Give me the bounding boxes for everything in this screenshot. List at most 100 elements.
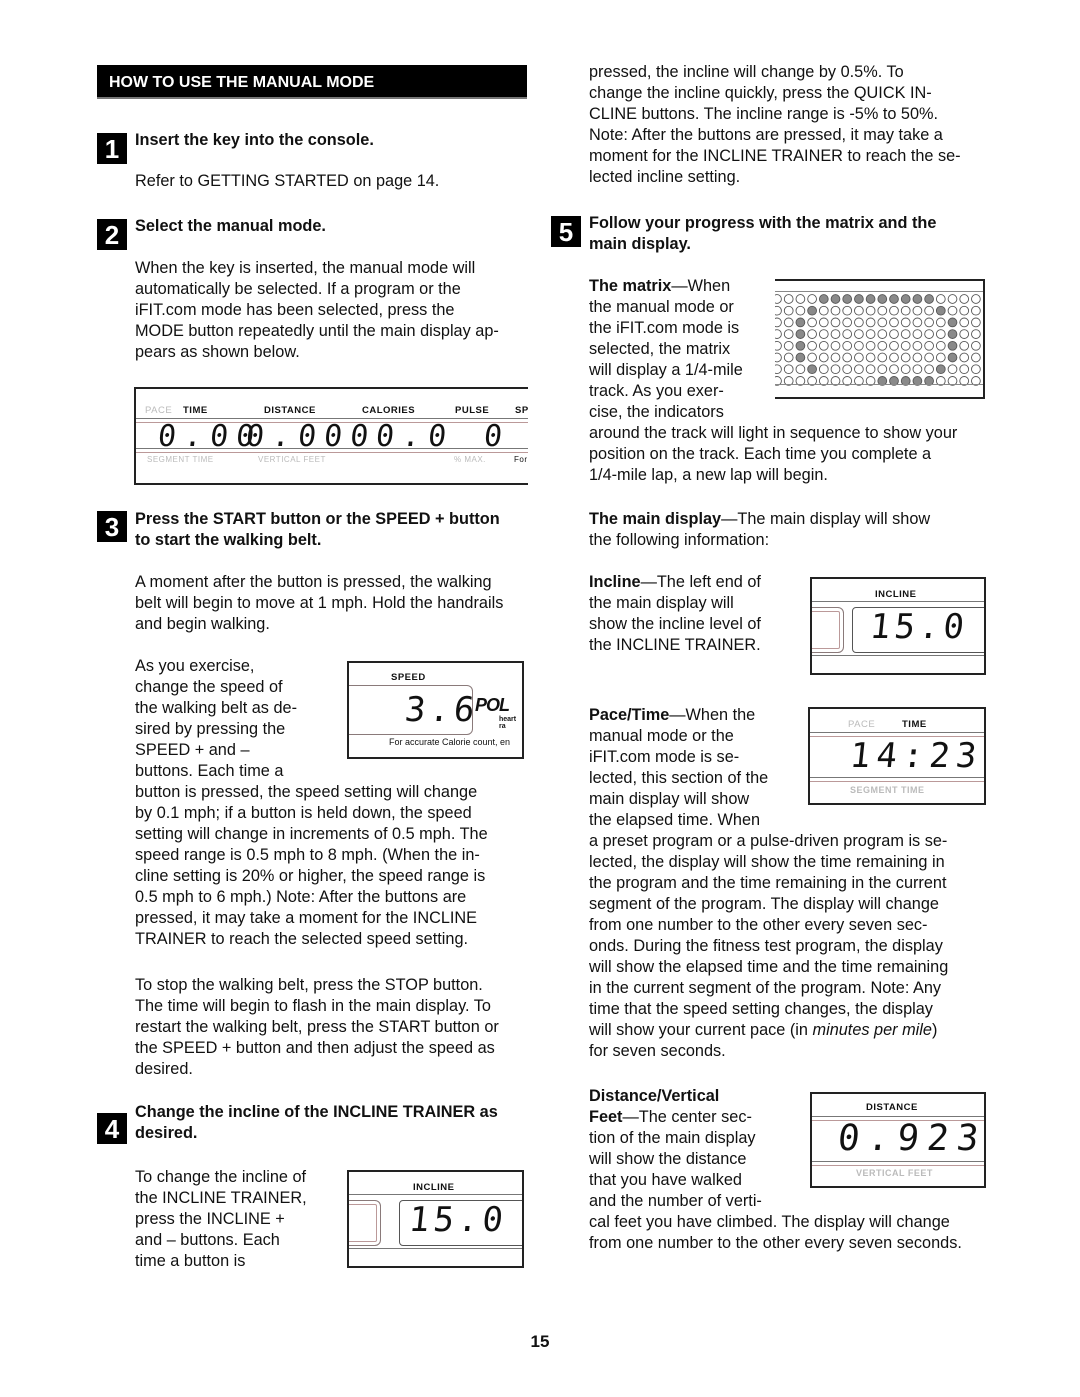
matrix-dot — [959, 294, 970, 304]
matrix-dot — [889, 352, 899, 363]
step-2-body: When the key is inserted, the manual mod… — [135, 259, 499, 361]
matrix-dot — [854, 364, 864, 375]
matrix-dot — [854, 329, 864, 339]
step-2-title: Select the manual mode. — [135, 217, 326, 235]
divider — [812, 1161, 984, 1166]
step-4-title: Change the incline of the INCLINE TRAINE… — [135, 1103, 498, 1142]
matrix-dot — [842, 329, 853, 339]
divider — [775, 291, 983, 292]
divider — [812, 601, 984, 602]
step-number-4: 4 — [97, 1113, 127, 1144]
matrix-dot — [924, 340, 934, 351]
matrix-dot — [947, 294, 958, 304]
step-number-5: 5 — [551, 216, 581, 247]
matrix-dot — [912, 364, 923, 375]
matrix-dot — [818, 340, 829, 351]
matrix-dot — [854, 305, 864, 316]
matrix-dot — [889, 364, 899, 375]
incline-side-button — [349, 1200, 381, 1246]
incline-term: Incline — [589, 573, 641, 591]
matrix-dot — [830, 340, 841, 351]
matrix-dot — [818, 352, 829, 363]
incline-continued-text: pressed, the incline will change by 0.5%… — [589, 63, 961, 186]
matrix-dot-lit — [795, 329, 806, 339]
matrix-dot — [842, 364, 853, 375]
pace-time-term: Pace/Time — [589, 706, 670, 724]
matrix-dot — [775, 364, 782, 375]
matrix-dot — [889, 305, 899, 316]
label-percent-max: % MAX. — [454, 455, 486, 464]
label-segment-time: SEGMENT TIME — [850, 785, 925, 795]
matrix-illustration — [775, 279, 985, 399]
label-pulse: PULSE — [455, 405, 490, 416]
matrix-dot — [924, 329, 934, 339]
matrix-dot — [971, 305, 981, 316]
step-3-body-2: button is pressed, the speed setting wil… — [135, 783, 488, 948]
label-pace: PACE — [848, 719, 876, 730]
matrix-dot — [947, 305, 958, 316]
matrix-dot — [877, 317, 888, 328]
incline-value: 15.0 — [406, 1200, 509, 1240]
divider — [812, 655, 984, 656]
calorie-note: For accurate Calorie count, en — [389, 737, 511, 747]
step-3-body-1: A moment after the button is pressed, th… — [135, 573, 504, 633]
matrix-dot-lit — [795, 317, 806, 328]
label-time: TIME — [902, 719, 927, 730]
label-distance: DISTANCE — [264, 405, 316, 416]
matrix-dot — [818, 329, 829, 339]
matrix-dot — [783, 305, 794, 316]
matrix-dot — [889, 317, 899, 328]
label-speed-partial: SP — [515, 405, 528, 416]
label-vertical-feet: VERTICAL FEET — [258, 455, 326, 464]
matrix-dot — [783, 317, 794, 328]
matrix-dot — [775, 340, 782, 351]
matrix-dot — [842, 317, 853, 328]
main-display-illustration: PACE TIME DISTANCE CALORIES PULSE SP 0.0… — [134, 387, 528, 485]
matrix-dot — [807, 294, 817, 304]
matrix-dot — [775, 317, 782, 328]
time-value: 14:23 — [847, 736, 985, 776]
matrix-dot — [971, 317, 981, 328]
matrix-dot — [830, 352, 841, 363]
matrix-dot — [912, 317, 923, 328]
matrix-dot — [877, 364, 888, 375]
matrix-dot — [775, 352, 782, 363]
matrix-dot — [818, 305, 829, 316]
main-display-term: The main display — [589, 510, 722, 528]
matrix-dot-lit — [795, 352, 806, 363]
matrix-dot — [900, 364, 911, 375]
polar-logo: POL — [475, 695, 510, 715]
matrix-dot — [959, 317, 970, 328]
matrix-dot — [854, 352, 864, 363]
matrix-dot — [912, 305, 923, 316]
matrix-dot — [900, 352, 911, 363]
matrix-dot — [807, 352, 817, 363]
label-for-partial: For — [514, 455, 528, 464]
incline-display-illustration: INCLINE 15.0 — [810, 577, 986, 675]
matrix-dot — [924, 305, 934, 316]
matrix-dot-lit — [900, 294, 911, 304]
matrix-dot — [854, 340, 864, 351]
matrix-dot — [912, 329, 923, 339]
matrix-term: The matrix — [589, 277, 672, 295]
matrix-dot — [971, 294, 981, 304]
speed-display-illustration: SPEED 3.6 POL heart ra For accurate Calo… — [347, 661, 524, 759]
matrix-dot — [830, 317, 841, 328]
matrix-dot — [783, 294, 794, 304]
distance-value: 0.923 — [835, 1118, 986, 1159]
matrix-dot — [830, 364, 841, 375]
matrix-dot-lit — [795, 340, 806, 351]
step-4-body: To change the incline of the INCLINE TRA… — [135, 1168, 307, 1270]
matrix-dot — [900, 329, 911, 339]
matrix-dot-lit — [935, 364, 946, 375]
matrix-dot-lit — [830, 294, 841, 304]
matrix-dot — [912, 340, 923, 351]
incline-value: 15.0 — [867, 607, 970, 647]
incline-display-illustration-small: INCLINE 15.0 — [347, 1170, 524, 1268]
step-3-title: Press the START button or the SPEED + bu… — [135, 510, 500, 549]
label-calories: CALORIES — [362, 405, 416, 416]
matrix-dot — [877, 340, 888, 351]
matrix-dot-lit — [842, 294, 853, 304]
matrix-dot-lit — [947, 340, 958, 351]
matrix-dot — [924, 352, 934, 363]
